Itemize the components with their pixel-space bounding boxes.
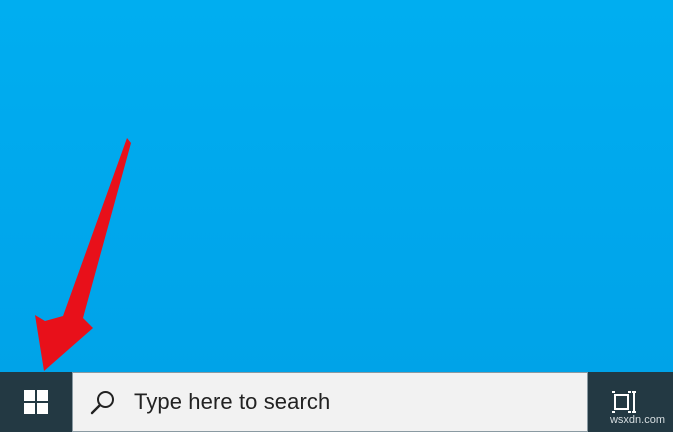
windows-logo-icon xyxy=(24,390,48,414)
taskbar: Type here to search wsxdn.com xyxy=(0,372,673,432)
task-view-icon xyxy=(612,391,636,413)
taskbar-search-box[interactable]: Type here to search xyxy=(72,372,588,432)
start-button[interactable] xyxy=(0,372,72,432)
watermark: wsxdn.com xyxy=(609,414,665,426)
search-icon xyxy=(88,387,118,417)
search-placeholder: Type here to search xyxy=(134,389,331,414)
desktop-background xyxy=(0,0,673,372)
